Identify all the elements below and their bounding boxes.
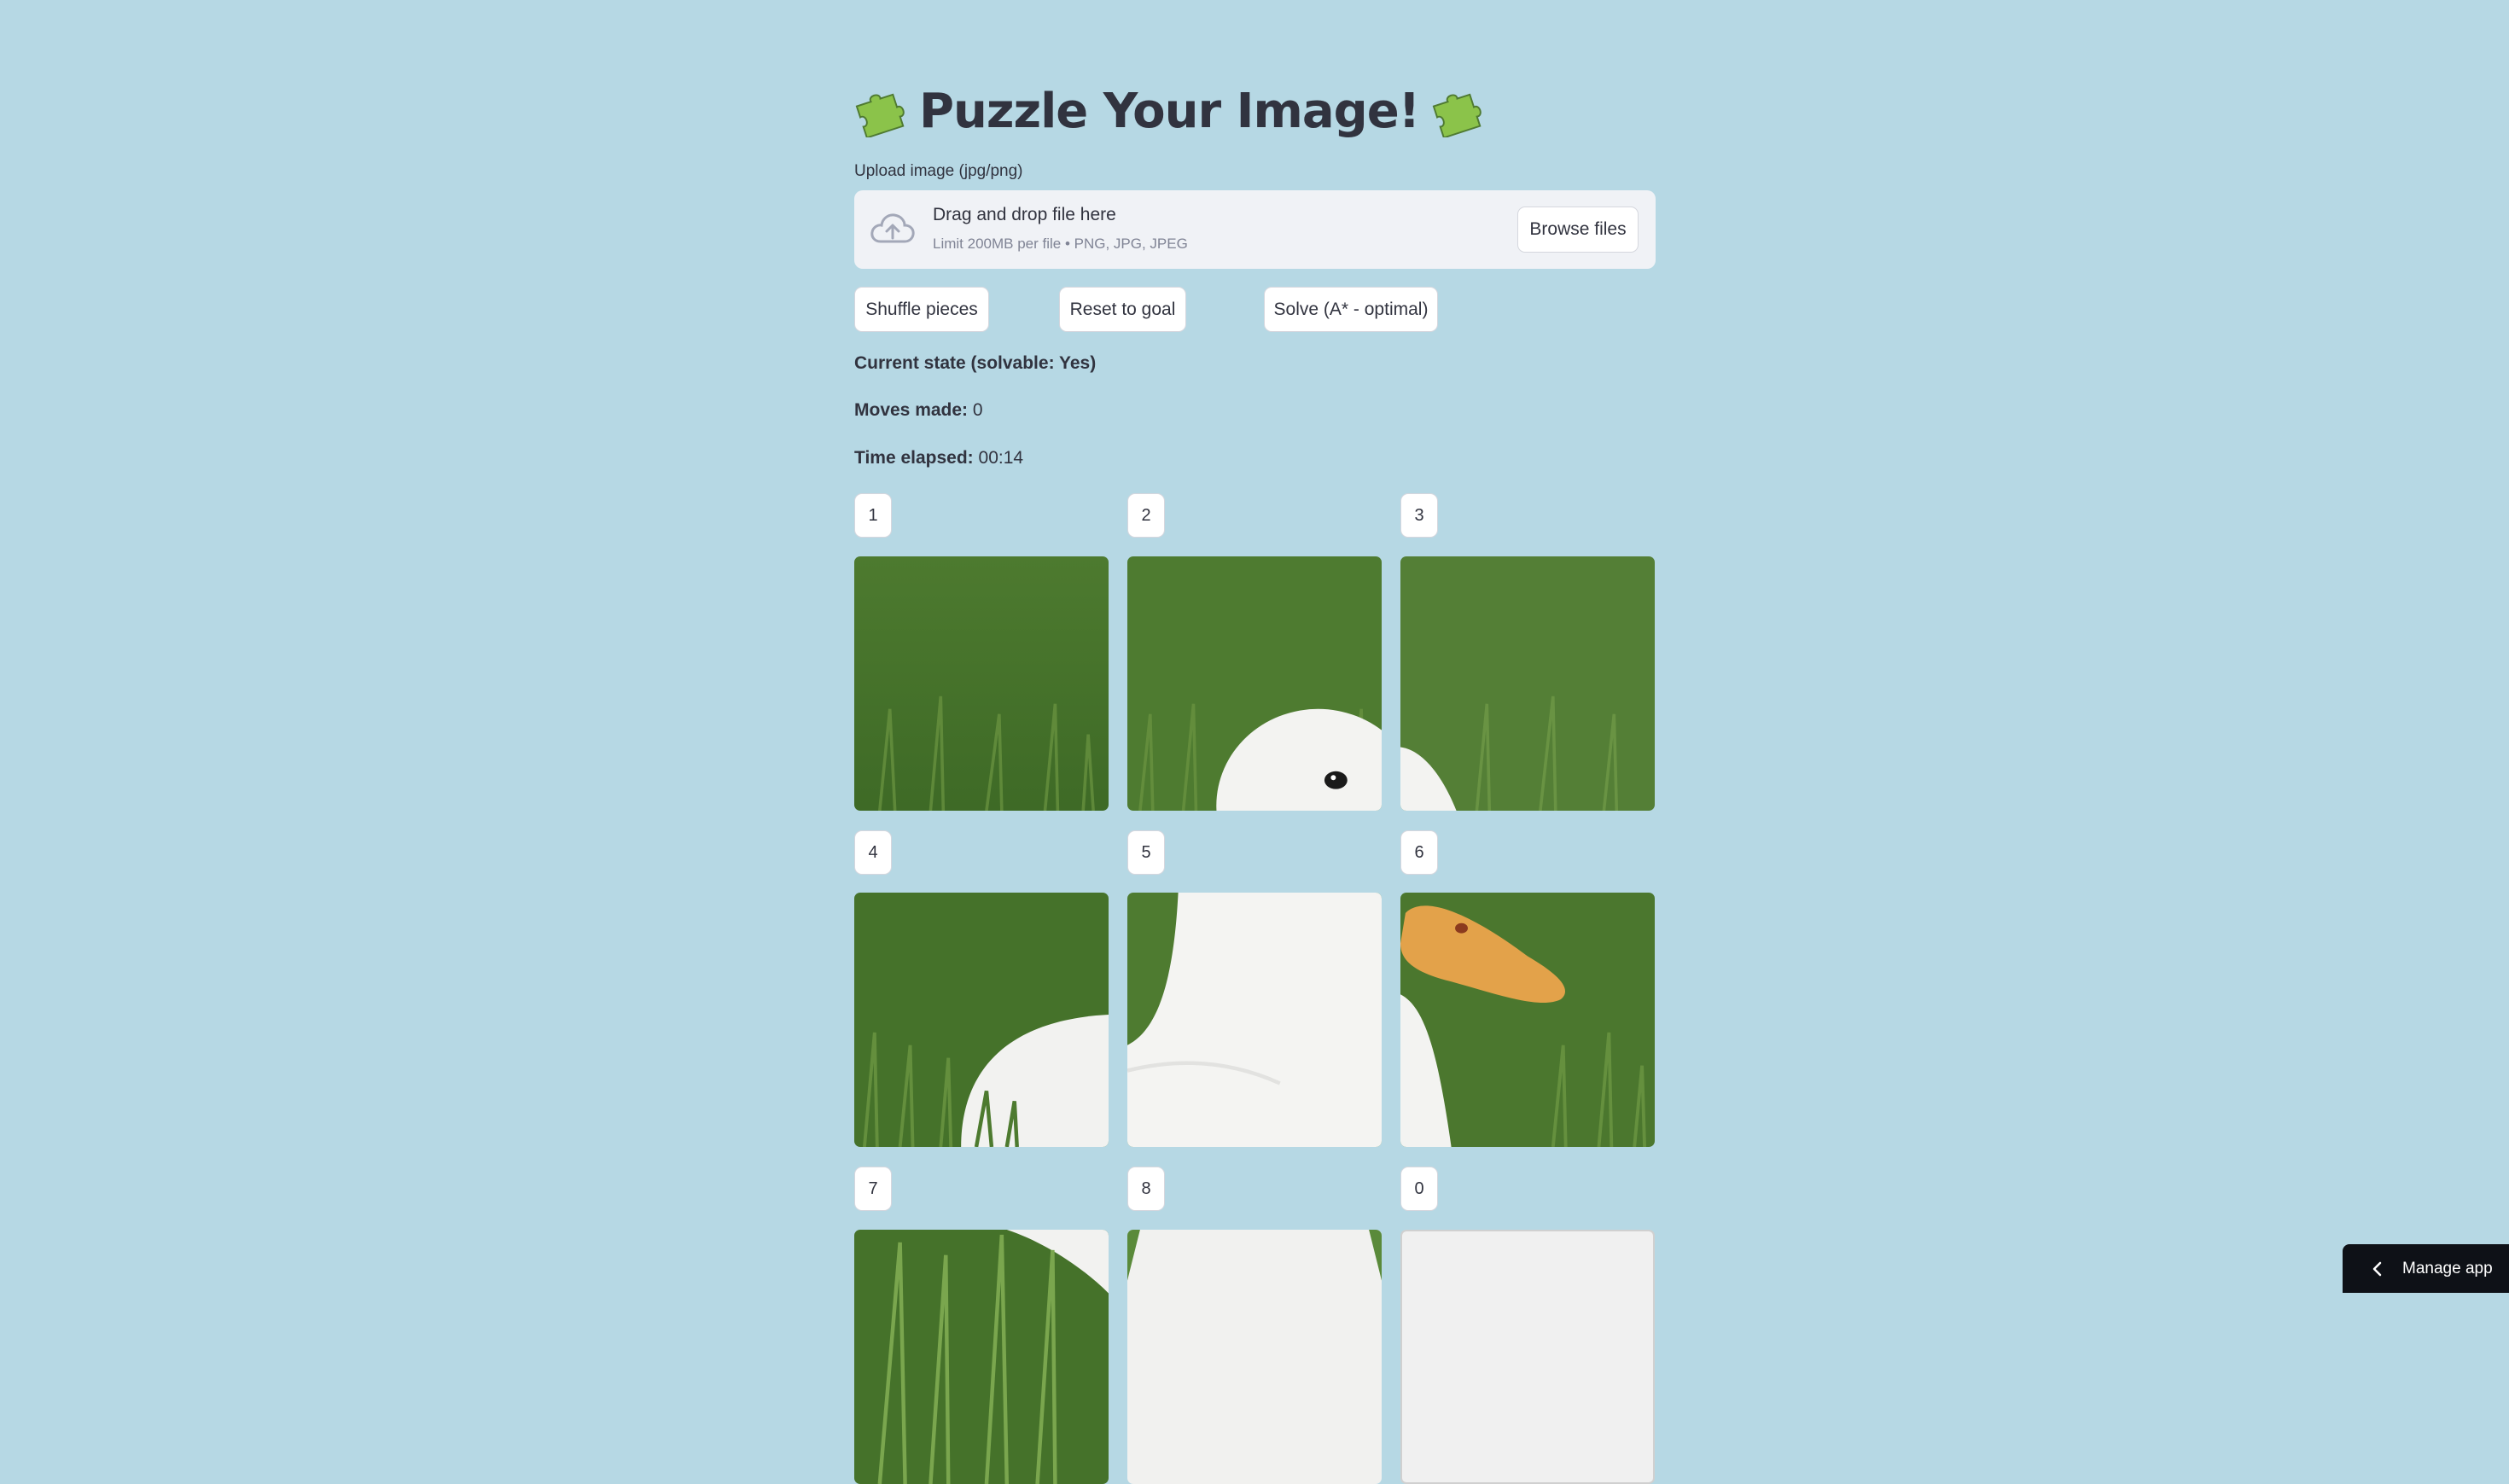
solve-button[interactable]: Solve (A* - optimal): [1264, 287, 1438, 332]
manage-app-label: Manage app: [2402, 1259, 2493, 1277]
upload-label: Upload image (jpg/png): [854, 162, 1023, 180]
puzzle-piece-image: [1400, 893, 1655, 1147]
moves-status: Moves made: 0: [854, 400, 983, 421]
reset-button[interactable]: Reset to goal: [1059, 287, 1186, 332]
cloud-upload-icon: [870, 213, 915, 243]
tile-button[interactable]: 2: [1127, 493, 1165, 538]
title-text: Puzzle Your Image!: [919, 83, 1420, 139]
moves-value: 0: [972, 400, 983, 420]
puzzle-piece-icon: [855, 93, 905, 137]
puzzle-piece-image: [854, 1230, 1109, 1484]
tile-button[interactable]: 5: [1127, 830, 1165, 875]
puzzle-piece-image: [1127, 1230, 1382, 1484]
tile-button[interactable]: 0: [1400, 1167, 1438, 1211]
state-status: Current state (solvable: Yes): [854, 353, 1096, 374]
browse-files-button[interactable]: Browse files: [1517, 207, 1639, 253]
time-label: Time elapsed:: [854, 448, 974, 468]
time-status: Time elapsed: 00:14: [854, 448, 1023, 468]
state-label: Current state (solvable: Yes): [854, 353, 1097, 373]
puzzle-piece-image: [854, 893, 1109, 1147]
puzzle-piece-image: [1127, 893, 1382, 1147]
puzzle-piece-image: [1127, 556, 1382, 811]
puzzle-piece-icon: [1432, 93, 1482, 137]
chevron-left-icon: [2372, 1261, 2382, 1276]
tile-button[interactable]: 6: [1400, 830, 1438, 875]
tile-button[interactable]: 3: [1400, 493, 1438, 538]
puzzle-piece-image: [1400, 556, 1655, 811]
tile-button[interactable]: 7: [854, 1167, 892, 1211]
time-value: 00:14: [978, 448, 1024, 468]
puzzle-piece-image: [854, 556, 1109, 811]
shuffle-button[interactable]: Shuffle pieces: [854, 287, 989, 332]
moves-label: Moves made:: [854, 400, 969, 420]
dropzone-title: Drag and drop file here: [933, 205, 1116, 224]
tile-button[interactable]: 8: [1127, 1167, 1165, 1211]
tile-button[interactable]: 1: [854, 493, 892, 538]
page-title: Puzzle Your Image!: [854, 75, 1484, 147]
manage-app-button[interactable]: Manage app: [2343, 1244, 2509, 1293]
dropzone-limit: Limit 200MB per file • PNG, JPG, JPEG: [933, 236, 1188, 252]
main-container: Puzzle Your Image! Upload image (jpg/png…: [854, 0, 1656, 1484]
tile-button[interactable]: 4: [854, 830, 892, 875]
file-dropzone[interactable]: Drag and drop file here Limit 200MB per …: [854, 190, 1656, 269]
empty-tile: [1400, 1230, 1655, 1484]
